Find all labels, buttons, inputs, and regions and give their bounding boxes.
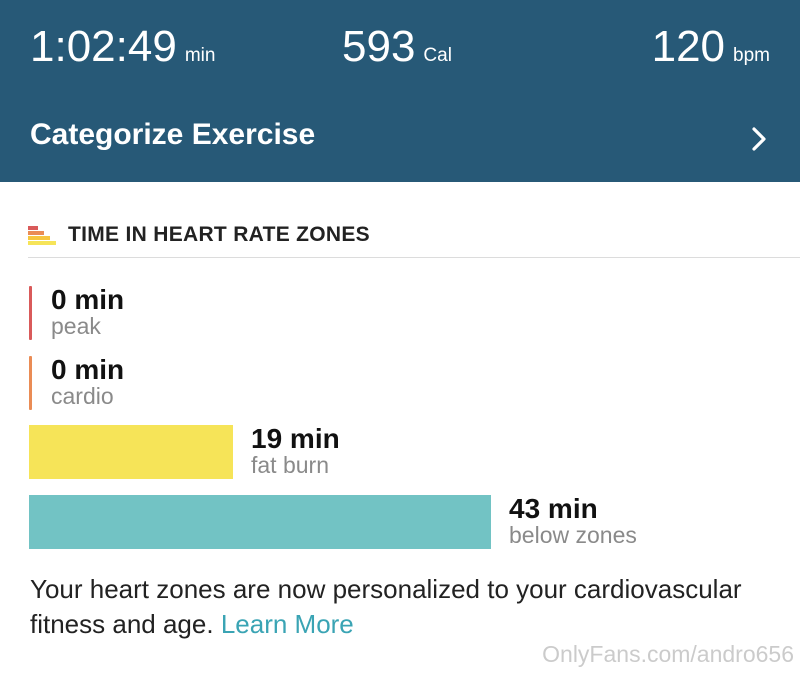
zone-text: 0 min peak [51, 284, 125, 339]
section-title: TIME IN HEART RATE ZONES [68, 223, 370, 246]
zone-bar [29, 425, 233, 479]
duration-unit: min [184, 45, 216, 66]
zone-label: peak [51, 313, 101, 339]
exercise-header: 1:02:49 min 593 Cal 120 bpm Categorize Exer… [0, 0, 800, 182]
zone-marker [29, 356, 32, 410]
chevron-right-icon[interactable] [748, 124, 770, 154]
personalization-note: Your heart zones are now personalized to… [30, 572, 770, 642]
categorize-exercise-label: Categorize Exercise [30, 118, 316, 151]
zone-label: below zones [509, 522, 637, 548]
note-text: Your heart zones are now personalized to… [30, 574, 742, 639]
zone-marker [29, 286, 32, 340]
zone-text: 19 min fat burn [251, 423, 340, 478]
calories-value: 593 [342, 22, 416, 71]
calories-stat: 593 Cal [342, 22, 452, 72]
exercise-summary-screen: 1:02:49 min 593 Cal 120 bpm Categorize Exer… [0, 0, 800, 674]
calories-unit: Cal [423, 45, 452, 66]
zone-label: cardio [51, 383, 114, 409]
zone-value: 19 min [251, 423, 340, 454]
heart-rate-stat: 120 bpm [652, 22, 770, 72]
duration-value: 1:02:49 [30, 22, 177, 71]
zone-bar [29, 495, 491, 549]
heart-rate-value: 120 [651, 22, 726, 71]
section-divider [28, 257, 800, 258]
duration-stat: 1:02:49 min [30, 22, 215, 72]
zone-value: 43 min [509, 493, 598, 524]
zones-section-header: TIME IN HEART RATE ZONES [28, 220, 370, 250]
watermark: OnlyFans.com/andro656 [542, 641, 794, 667]
zone-text: 0 min cardio [51, 354, 125, 409]
bar-stack-icon [28, 226, 56, 245]
categorize-exercise-button[interactable]: Categorize Exercise [30, 118, 315, 152]
heart-rate-unit: bpm [733, 45, 770, 66]
zone-text: 43 min below zones [509, 493, 637, 548]
zone-value: 0 min [51, 354, 125, 385]
zone-label: fat burn [251, 452, 329, 478]
zone-value: 0 min [51, 284, 125, 315]
learn-more-link[interactable]: Learn More [221, 609, 354, 639]
